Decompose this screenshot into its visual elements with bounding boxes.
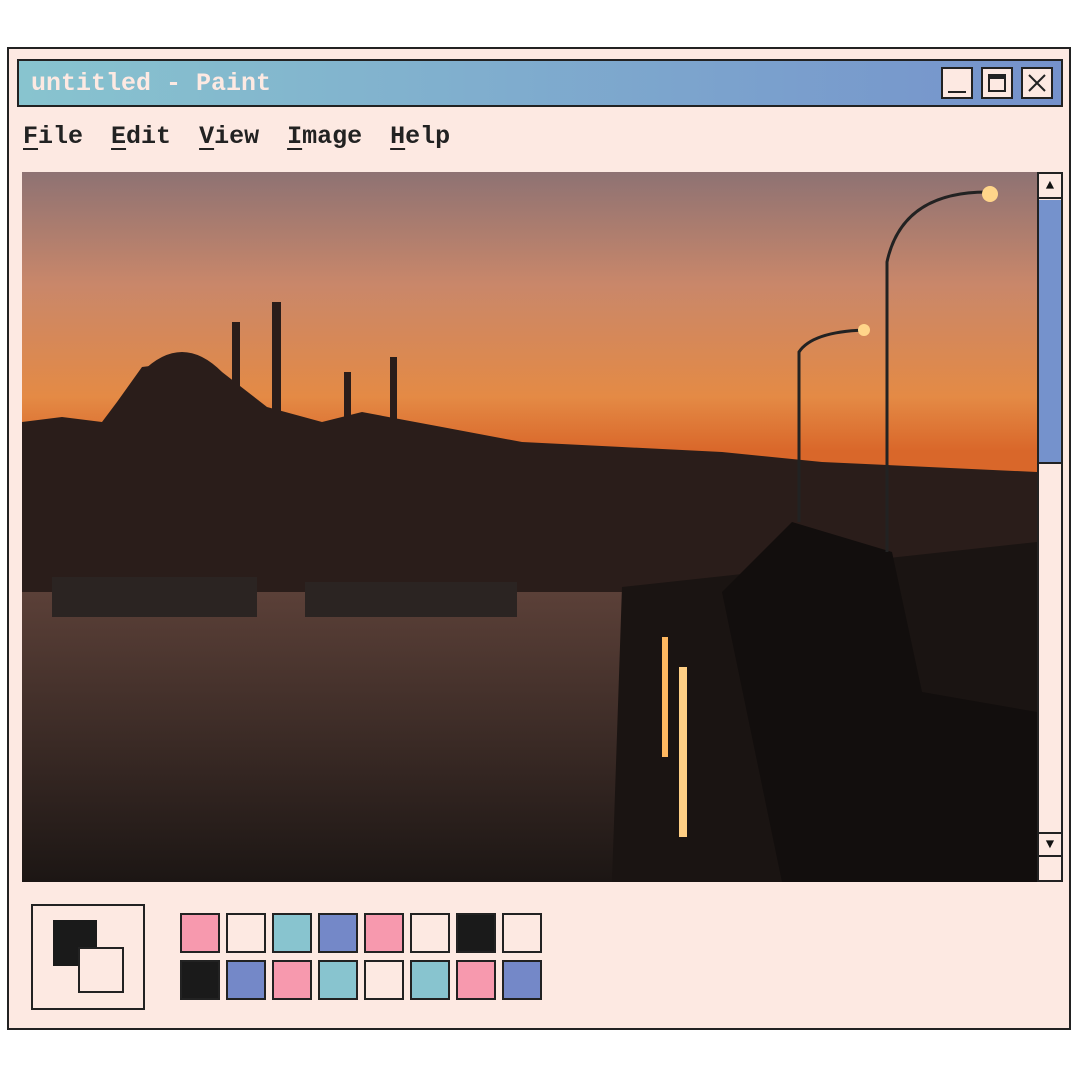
- arrow-down-icon: ▼: [1045, 836, 1055, 853]
- palette-swatch[interactable]: [318, 960, 358, 1000]
- minimize-button[interactable]: [941, 67, 973, 99]
- palette-swatch[interactable]: [180, 913, 220, 953]
- menu-file[interactable]: File: [23, 122, 83, 151]
- palette-swatch[interactable]: [318, 913, 358, 953]
- palette-swatch[interactable]: [502, 960, 542, 1000]
- close-button[interactable]: [1021, 67, 1053, 99]
- menu-bar: File Edit View Image Help: [23, 122, 450, 151]
- image-canvas[interactable]: [22, 172, 1037, 882]
- title-bar[interactable]: untitled - Paint: [17, 59, 1063, 107]
- minimize-icon: [948, 91, 966, 93]
- vertical-scrollbar[interactable]: ▲ ▼: [1037, 172, 1063, 882]
- menu-edit[interactable]: Edit: [111, 122, 171, 151]
- window-title: untitled - Paint: [31, 69, 272, 98]
- palette-swatch[interactable]: [456, 913, 496, 953]
- close-icon: [1028, 74, 1046, 92]
- palette-swatch[interactable]: [272, 960, 312, 1000]
- scroll-up-button[interactable]: ▲: [1039, 174, 1061, 199]
- palette-swatch[interactable]: [502, 913, 542, 953]
- current-colors: [31, 904, 145, 1010]
- arrow-up-icon: ▲: [1045, 177, 1055, 194]
- palette-swatch[interactable]: [272, 913, 312, 953]
- maximize-button[interactable]: [981, 67, 1013, 99]
- photo-sunset-istanbul: [22, 172, 1037, 882]
- menu-view[interactable]: View: [199, 122, 259, 151]
- scroll-down-button[interactable]: ▼: [1039, 832, 1061, 857]
- palette-swatch[interactable]: [180, 960, 220, 1000]
- palette-swatch[interactable]: [410, 960, 450, 1000]
- palette-swatch[interactable]: [456, 960, 496, 1000]
- palette-swatch[interactable]: [226, 960, 266, 1000]
- palette-swatch[interactable]: [364, 913, 404, 953]
- palette-swatch[interactable]: [364, 960, 404, 1000]
- palette-swatch[interactable]: [410, 913, 450, 953]
- color-palette: [180, 913, 542, 1000]
- palette-swatch[interactable]: [226, 913, 266, 953]
- menu-image[interactable]: Image: [287, 122, 362, 151]
- scrollbar-thumb[interactable]: [1039, 200, 1061, 464]
- menu-help[interactable]: Help: [390, 122, 450, 151]
- background-color[interactable]: [78, 947, 124, 993]
- maximize-icon: [988, 74, 1006, 92]
